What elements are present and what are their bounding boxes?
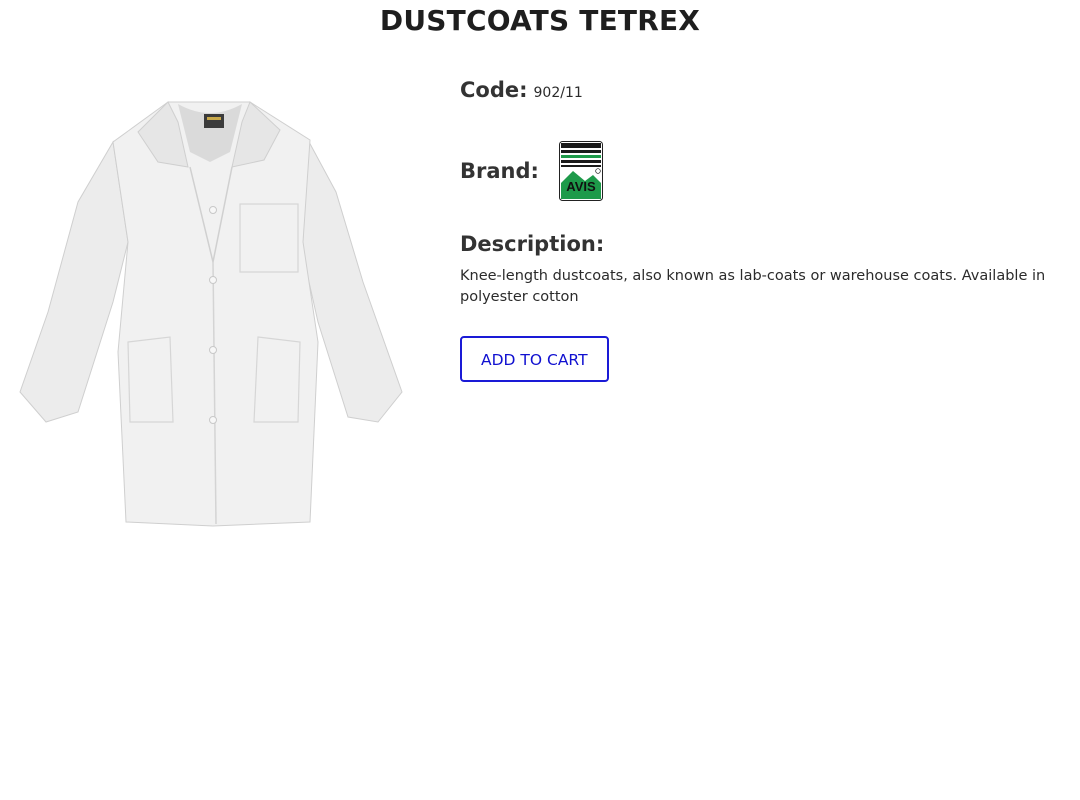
- product-details: Code: 902/11 Brand: AVIS Description: Kn…: [460, 78, 1072, 382]
- brand-label: Brand:: [460, 159, 539, 183]
- code-label: Code:: [460, 78, 528, 102]
- add-to-cart-button[interactable]: ADD TO CART: [460, 336, 609, 382]
- code-value: 902/11: [533, 85, 583, 101]
- brand-row: Brand: AVIS: [460, 140, 1072, 202]
- product-image: [18, 92, 406, 530]
- description-label: Description:: [460, 232, 605, 256]
- avis-brand-logo-icon[interactable]: AVIS: [558, 141, 603, 201]
- page-title: DUSTCOATS TETREX: [379, 4, 701, 37]
- svg-text:AVIS: AVIS: [566, 179, 596, 194]
- description-text: Knee-length dustcoats, also known as lab…: [460, 268, 1046, 305]
- code-row: Code: 902/11: [460, 78, 1072, 112]
